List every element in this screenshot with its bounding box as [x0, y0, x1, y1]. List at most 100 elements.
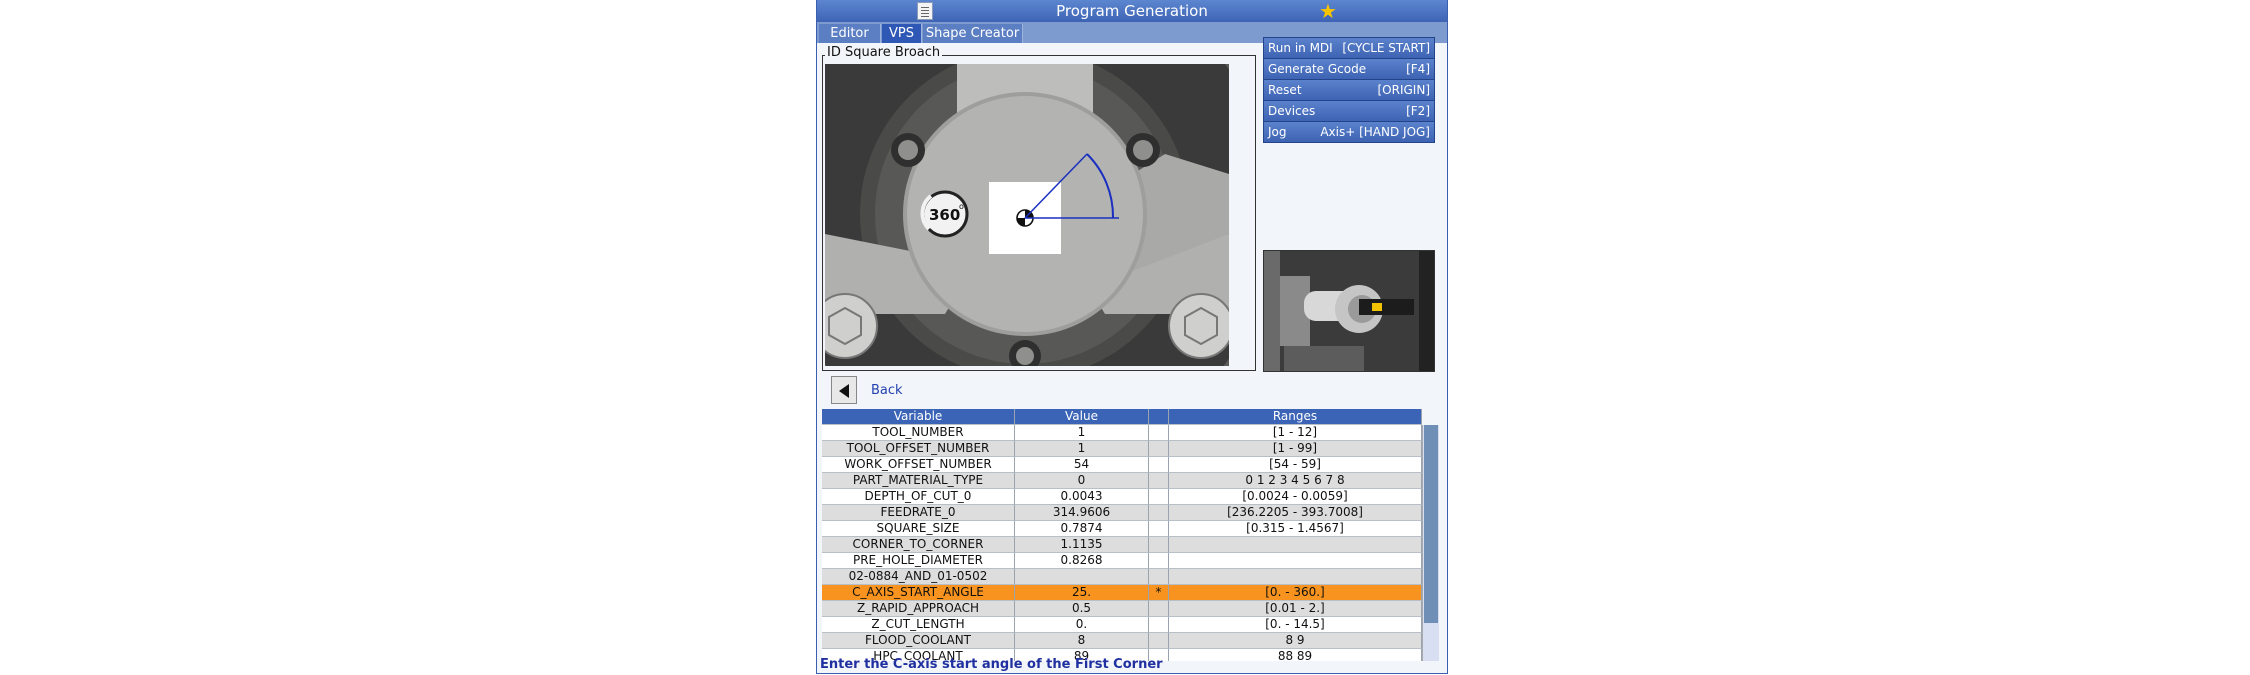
cell-ranges: [0.315 - 1.4567] — [1169, 521, 1422, 537]
back-button[interactable] — [831, 376, 857, 404]
window-title: Program Generation — [1056, 2, 1208, 20]
devices-key: [F2] — [1406, 104, 1430, 118]
table-row[interactable]: TOOL_OFFSET_NUMBER 1 [1 - 99] — [822, 441, 1422, 457]
cell-variable: PRE_HOLE_DIAMETER — [822, 553, 1015, 569]
header-ranges: Ranges — [1169, 409, 1422, 425]
cell-variable: Z_CUT_LENGTH — [822, 617, 1015, 633]
cell-value — [1015, 569, 1149, 585]
generate-gcode-key: [F4] — [1406, 62, 1430, 76]
devices-label: Devices — [1268, 104, 1316, 118]
table-row[interactable]: TOOL_NUMBER 1 [1 - 12] — [822, 425, 1422, 441]
cell-flag — [1149, 537, 1169, 553]
table-row[interactable]: FEEDRATE_0 314.9606 [236.2205 - 393.7008] — [822, 505, 1422, 521]
cell-value: 0.5 — [1015, 601, 1149, 617]
cell-variable: TOOL_OFFSET_NUMBER — [822, 441, 1015, 457]
cell-value: 1 — [1015, 441, 1149, 457]
rotate-360-icon: 360 — [929, 206, 960, 224]
generate-gcode-button[interactable]: Generate Gcode [F4] — [1263, 58, 1435, 80]
cell-flag — [1149, 473, 1169, 489]
table-row[interactable]: WORK_OFFSET_NUMBER 54 [54 - 59] — [822, 457, 1422, 473]
cell-flag — [1149, 553, 1169, 569]
cell-variable: DEPTH_OF_CUT_0 — [822, 489, 1015, 505]
tool-thumbnail — [1263, 250, 1435, 372]
cell-flag — [1149, 601, 1169, 617]
run-in-mdi-key: [CYCLE START] — [1342, 41, 1430, 55]
cell-value: 1.1135 — [1015, 537, 1149, 553]
table-row[interactable]: Z_RAPID_APPROACH 0.5 [0.01 - 2.] — [822, 601, 1422, 617]
cell-value: 0 — [1015, 473, 1149, 489]
reset-key: [ORIGIN] — [1377, 83, 1431, 97]
cell-variable: TOOL_NUMBER — [822, 425, 1015, 441]
tab-shape-creator[interactable]: Shape Creator — [923, 24, 1023, 43]
header-value: Value — [1015, 409, 1149, 425]
table-row-selected[interactable]: C_AXIS_START_ANGLE 25. * [0. - 360.] — [822, 585, 1422, 601]
cell-value: 1 — [1015, 425, 1149, 441]
cell-variable: C_AXIS_START_ANGLE — [822, 585, 1015, 601]
program-generation-window: Program Generation ★ Editor VPS Shape Cr… — [816, 0, 1448, 674]
cell-ranges: 0 1 2 3 4 5 6 7 8 — [1169, 473, 1422, 489]
cell-flag — [1149, 457, 1169, 473]
variables-table: Variable Value Ranges TOOL_NUMBER 1 [1 - 12] T… — [822, 409, 1440, 661]
cell-ranges: 88 89 — [1169, 649, 1422, 661]
reset-button[interactable]: Reset [ORIGIN] — [1263, 79, 1435, 101]
title-bar: Program Generation ★ — [817, 0, 1447, 22]
back-arrow-icon — [839, 384, 849, 398]
cell-value: 54 — [1015, 457, 1149, 473]
table-header: Variable Value Ranges — [822, 409, 1422, 425]
run-in-mdi-button[interactable]: Run in MDI [CYCLE START] — [1263, 37, 1435, 59]
header-flag — [1149, 409, 1169, 425]
cell-variable: 02-0884_AND_01-0502 — [822, 569, 1015, 585]
table-row[interactable]: FLOOD_COOLANT 8 8 9 — [822, 633, 1422, 649]
scrollbar-thumb[interactable] — [1424, 425, 1438, 623]
cell-variable: PART_MATERIAL_TYPE — [822, 473, 1015, 489]
cell-variable: WORK_OFFSET_NUMBER — [822, 457, 1015, 473]
cell-value: 8 — [1015, 633, 1149, 649]
cell-variable: FLOOD_COOLANT — [822, 633, 1015, 649]
cell-value: 25. — [1015, 585, 1149, 601]
devices-button[interactable]: Devices [F2] — [1263, 100, 1435, 122]
cell-flag — [1149, 569, 1169, 585]
cell-ranges: [236.2205 - 393.7008] — [1169, 505, 1422, 521]
cell-ranges: [54 - 59] — [1169, 457, 1422, 473]
cell-flag — [1149, 441, 1169, 457]
cell-variable: FEEDRATE_0 — [822, 505, 1015, 521]
table-row[interactable]: PRE_HOLE_DIAMETER 0.8268 — [822, 553, 1422, 569]
back-label[interactable]: Back — [871, 383, 903, 398]
cell-flag — [1149, 489, 1169, 505]
cell-flag — [1149, 633, 1169, 649]
reset-label: Reset — [1268, 83, 1302, 97]
table-row[interactable]: Z_CUT_LENGTH 0. [0. - 14.5] — [822, 617, 1422, 633]
cell-ranges: [0. - 360.] — [1169, 585, 1422, 601]
broach-preview-illustration: 360 o — [825, 64, 1229, 366]
cell-value: 0.7874 — [1015, 521, 1149, 537]
cell-value: 0.0043 — [1015, 489, 1149, 505]
jog-label: Jog — [1268, 125, 1287, 139]
table-row[interactable]: SQUARE_SIZE 0.7874 [0.315 - 1.4567] — [822, 521, 1422, 537]
cell-value: 0. — [1015, 617, 1149, 633]
header-variable: Variable — [822, 409, 1015, 425]
cell-variable: SQUARE_SIZE — [822, 521, 1015, 537]
table-row[interactable]: CORNER_TO_CORNER 1.1135 — [822, 537, 1422, 553]
generate-gcode-label: Generate Gcode — [1268, 62, 1367, 76]
cell-ranges: [0.01 - 2.] — [1169, 601, 1422, 617]
cell-variable: CORNER_TO_CORNER — [822, 537, 1015, 553]
cell-ranges: [1 - 12] — [1169, 425, 1422, 441]
run-in-mdi-label: Run in MDI — [1268, 41, 1333, 55]
cell-flag: * — [1149, 585, 1169, 601]
preview-title: ID Square Broach — [825, 45, 943, 60]
favorite-star-icon[interactable]: ★ — [1319, 0, 1337, 22]
cell-ranges — [1169, 553, 1422, 569]
table-row[interactable]: 02-0884_AND_01-0502 — [822, 569, 1422, 585]
tab-vps[interactable]: VPS — [882, 24, 922, 43]
jog-button[interactable]: Jog Axis+ [HAND JOG] — [1263, 121, 1435, 143]
cell-value: 314.9606 — [1015, 505, 1149, 521]
tab-editor[interactable]: Editor — [819, 24, 881, 43]
cell-flag — [1149, 505, 1169, 521]
cell-variable: Z_RAPID_APPROACH — [822, 601, 1015, 617]
table-row[interactable]: PART_MATERIAL_TYPE 0 0 1 2 3 4 5 6 7 8 — [822, 473, 1422, 489]
table-scrollbar[interactable] — [1422, 425, 1439, 661]
cell-ranges: 8 9 — [1169, 633, 1422, 649]
cell-ranges: [0. - 14.5] — [1169, 617, 1422, 633]
table-row[interactable]: DEPTH_OF_CUT_0 0.0043 [0.0024 - 0.0059] — [822, 489, 1422, 505]
cell-ranges: [1 - 99] — [1169, 441, 1422, 457]
